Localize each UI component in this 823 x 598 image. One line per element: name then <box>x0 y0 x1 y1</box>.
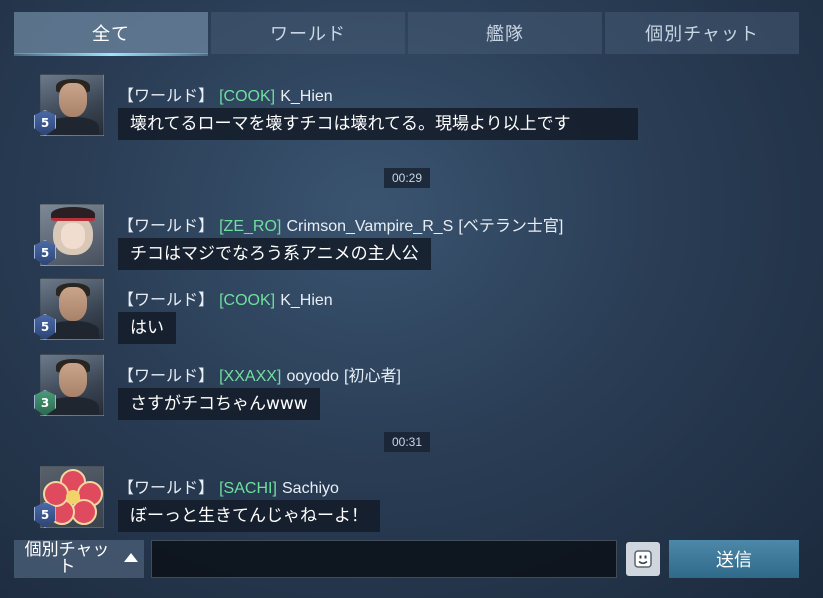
rank-stars-icon: ★ <box>33 382 40 391</box>
channel-select-button[interactable]: 個別チャット <box>14 540 144 578</box>
tab-private-chat[interactable]: 個別チャット <box>605 12 799 54</box>
fleet-tag[interactable]: [ZE_RO] <box>219 218 281 235</box>
caret-up-icon <box>124 553 138 562</box>
message-header: 【ワールド】 [SACHI] Sachiyo <box>118 474 339 498</box>
sender-name[interactable]: K_Hien <box>280 292 332 309</box>
smiley-icon <box>634 550 652 568</box>
fleet-tag[interactable]: [SACHI] <box>219 480 277 497</box>
message-header: 【ワールド】 [ZE_RO] Crimson_Vampire_R_S [ベテラン… <box>118 212 563 236</box>
message-bubble: ぼーっと生きてんじゃねーよ！ <box>118 500 380 532</box>
message-bubble: 壊れてるローマを壊すチコは壊れてる。現場より以上です <box>118 108 638 140</box>
message-header: 【ワールド】 [COOK] K_Hien <box>118 82 333 106</box>
sender-name[interactable]: ooyodo <box>286 368 339 385</box>
message-bubble: はい <box>118 312 176 344</box>
tab-fleet[interactable]: 艦隊 <box>408 12 602 54</box>
sender-title: [ベテラン士官] <box>458 218 564 235</box>
message-bubble: チコはマジでなろう系アニメの主人公 <box>118 238 431 270</box>
send-button[interactable]: 送信 <box>669 540 799 578</box>
message-list[interactable]: ★★ 5 【ワールド】 [COOK] K_Hien 壊れてるローマを壊すチコは壊… <box>0 60 823 532</box>
sender-title: [初心者] <box>344 368 401 385</box>
channel-label: 【ワールド】 <box>118 290 215 309</box>
channel-label: 【ワールド】 <box>118 86 215 105</box>
fleet-tag[interactable]: [COOK] <box>219 292 275 309</box>
timestamp: 00:29 <box>384 168 430 188</box>
chat-tabs: 全て ワールド 艦隊 個別チャット <box>14 12 799 56</box>
message-input[interactable] <box>151 540 617 578</box>
channel-label: 【ワールド】 <box>118 366 215 385</box>
channel-label: 【ワールド】 <box>118 478 215 497</box>
message-header: 【ワールド】 [XXAXX] ooyodo [初心者] <box>118 362 401 386</box>
message-header: 【ワールド】 [COOK] K_Hien <box>118 286 333 310</box>
sender-name[interactable]: Crimson_Vampire_R_S <box>286 218 453 235</box>
tab-all[interactable]: 全て <box>14 12 208 56</box>
message-bubble: さすがチコちゃんwww <box>118 388 320 420</box>
emoji-button[interactable] <box>626 542 660 576</box>
fleet-tag[interactable]: [XXAXX] <box>219 368 281 385</box>
tab-world[interactable]: ワールド <box>211 12 405 54</box>
channel-label: 【ワールド】 <box>118 216 215 235</box>
fleet-tag[interactable]: [COOK] <box>219 88 275 105</box>
sender-name[interactable]: Sachiyo <box>282 480 339 497</box>
sender-name[interactable]: K_Hien <box>280 88 332 105</box>
channel-select-label: 個別チャット <box>24 540 110 577</box>
chat-input-bar: 個別チャット 送信 <box>14 540 799 580</box>
timestamp: 00:31 <box>384 432 430 452</box>
